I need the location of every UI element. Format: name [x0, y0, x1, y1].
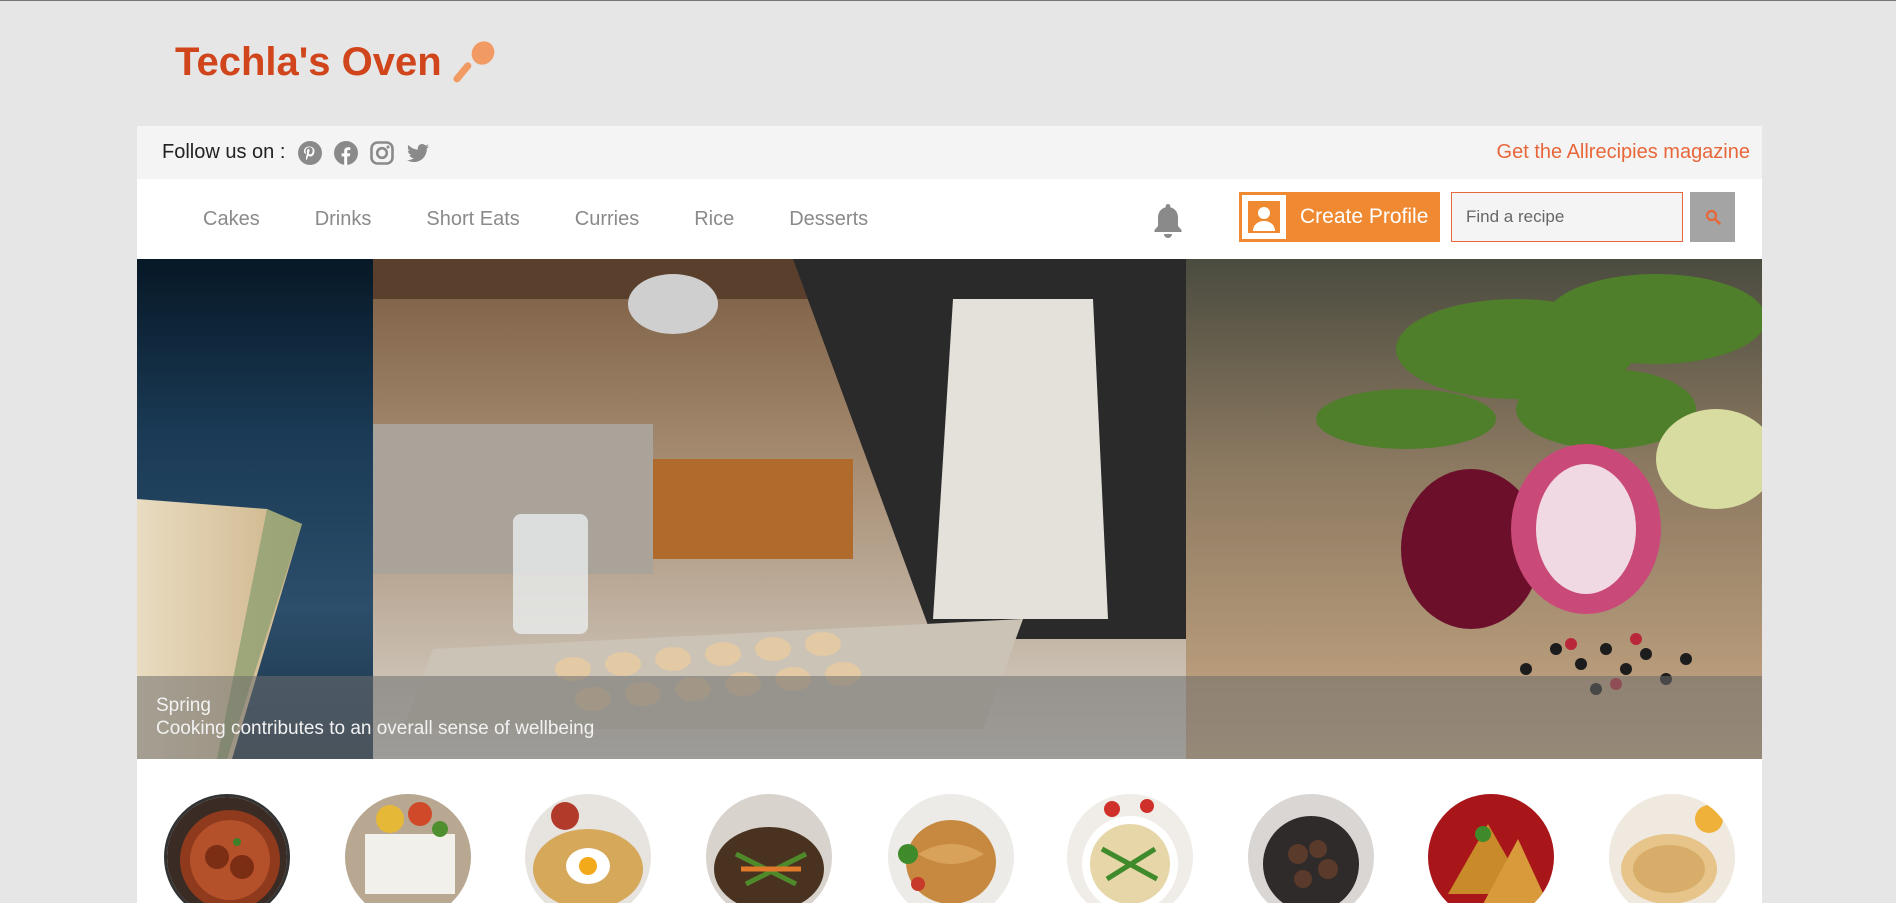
thumb-curry[interactable]: [164, 794, 290, 903]
twitter-icon[interactable]: [405, 140, 431, 166]
main-nav: Cakes Drinks Short Eats Curries Rice Des…: [137, 179, 1762, 259]
site-logo[interactable]: Techla's Oven: [175, 39, 498, 85]
search-button[interactable]: [1690, 192, 1735, 242]
hero-caption: Spring Cooking contributes to an overall…: [137, 676, 1762, 759]
hero-carousel[interactable]: Spring Cooking contributes to an overall…: [137, 259, 1762, 759]
thumb-rice[interactable]: [345, 794, 471, 903]
user-icon: [1248, 201, 1280, 233]
category-links: Cakes Drinks Short Eats Curries Rice Des…: [203, 208, 923, 231]
search-input[interactable]: [1451, 192, 1683, 242]
facebook-icon[interactable]: [333, 140, 359, 166]
avatar: [1242, 195, 1286, 239]
caption-title: Spring: [156, 695, 211, 716]
nav-link-drinks[interactable]: Drinks: [315, 208, 372, 231]
page-container: Follow us on : Get the Allrecipies magaz…: [137, 126, 1762, 903]
nav-link-desserts[interactable]: Desserts: [789, 208, 868, 231]
spoon-icon: [453, 41, 495, 83]
caption-text: Cooking contributes to an overall sense …: [156, 718, 595, 739]
thumb-samosa[interactable]: [1428, 794, 1554, 903]
nav-link-rice[interactable]: Rice: [694, 208, 734, 231]
thumb-roti[interactable]: [1609, 794, 1735, 903]
thumb-noodles[interactable]: [888, 794, 1014, 903]
search-icon: [1705, 209, 1721, 225]
instagram-icon[interactable]: [369, 140, 395, 166]
category-thumbnails: [137, 794, 1762, 903]
pinterest-icon[interactable]: [297, 140, 323, 166]
nav-link-curries[interactable]: Curries: [575, 208, 639, 231]
thumb-vegetables[interactable]: [706, 794, 832, 903]
magazine-link[interactable]: Get the Allrecipies magazine: [1497, 141, 1750, 164]
follow-us: Follow us on :: [162, 140, 431, 166]
thumb-hoppers[interactable]: [525, 794, 651, 903]
nav-link-cakes[interactable]: Cakes: [203, 208, 260, 231]
follow-label: Follow us on :: [162, 141, 286, 163]
site-title: Techla's Oven: [175, 39, 442, 84]
thumb-devilled-meat[interactable]: [1248, 794, 1374, 903]
social-links: [297, 140, 431, 166]
create-profile-label: Create Profile: [1300, 205, 1429, 228]
bell-icon[interactable]: [1149, 201, 1187, 241]
thumb-salad[interactable]: [1067, 794, 1193, 903]
top-bar: Follow us on : Get the Allrecipies magaz…: [137, 126, 1762, 179]
nav-link-short-eats[interactable]: Short Eats: [426, 208, 519, 231]
create-profile-button[interactable]: Create Profile: [1239, 192, 1440, 242]
